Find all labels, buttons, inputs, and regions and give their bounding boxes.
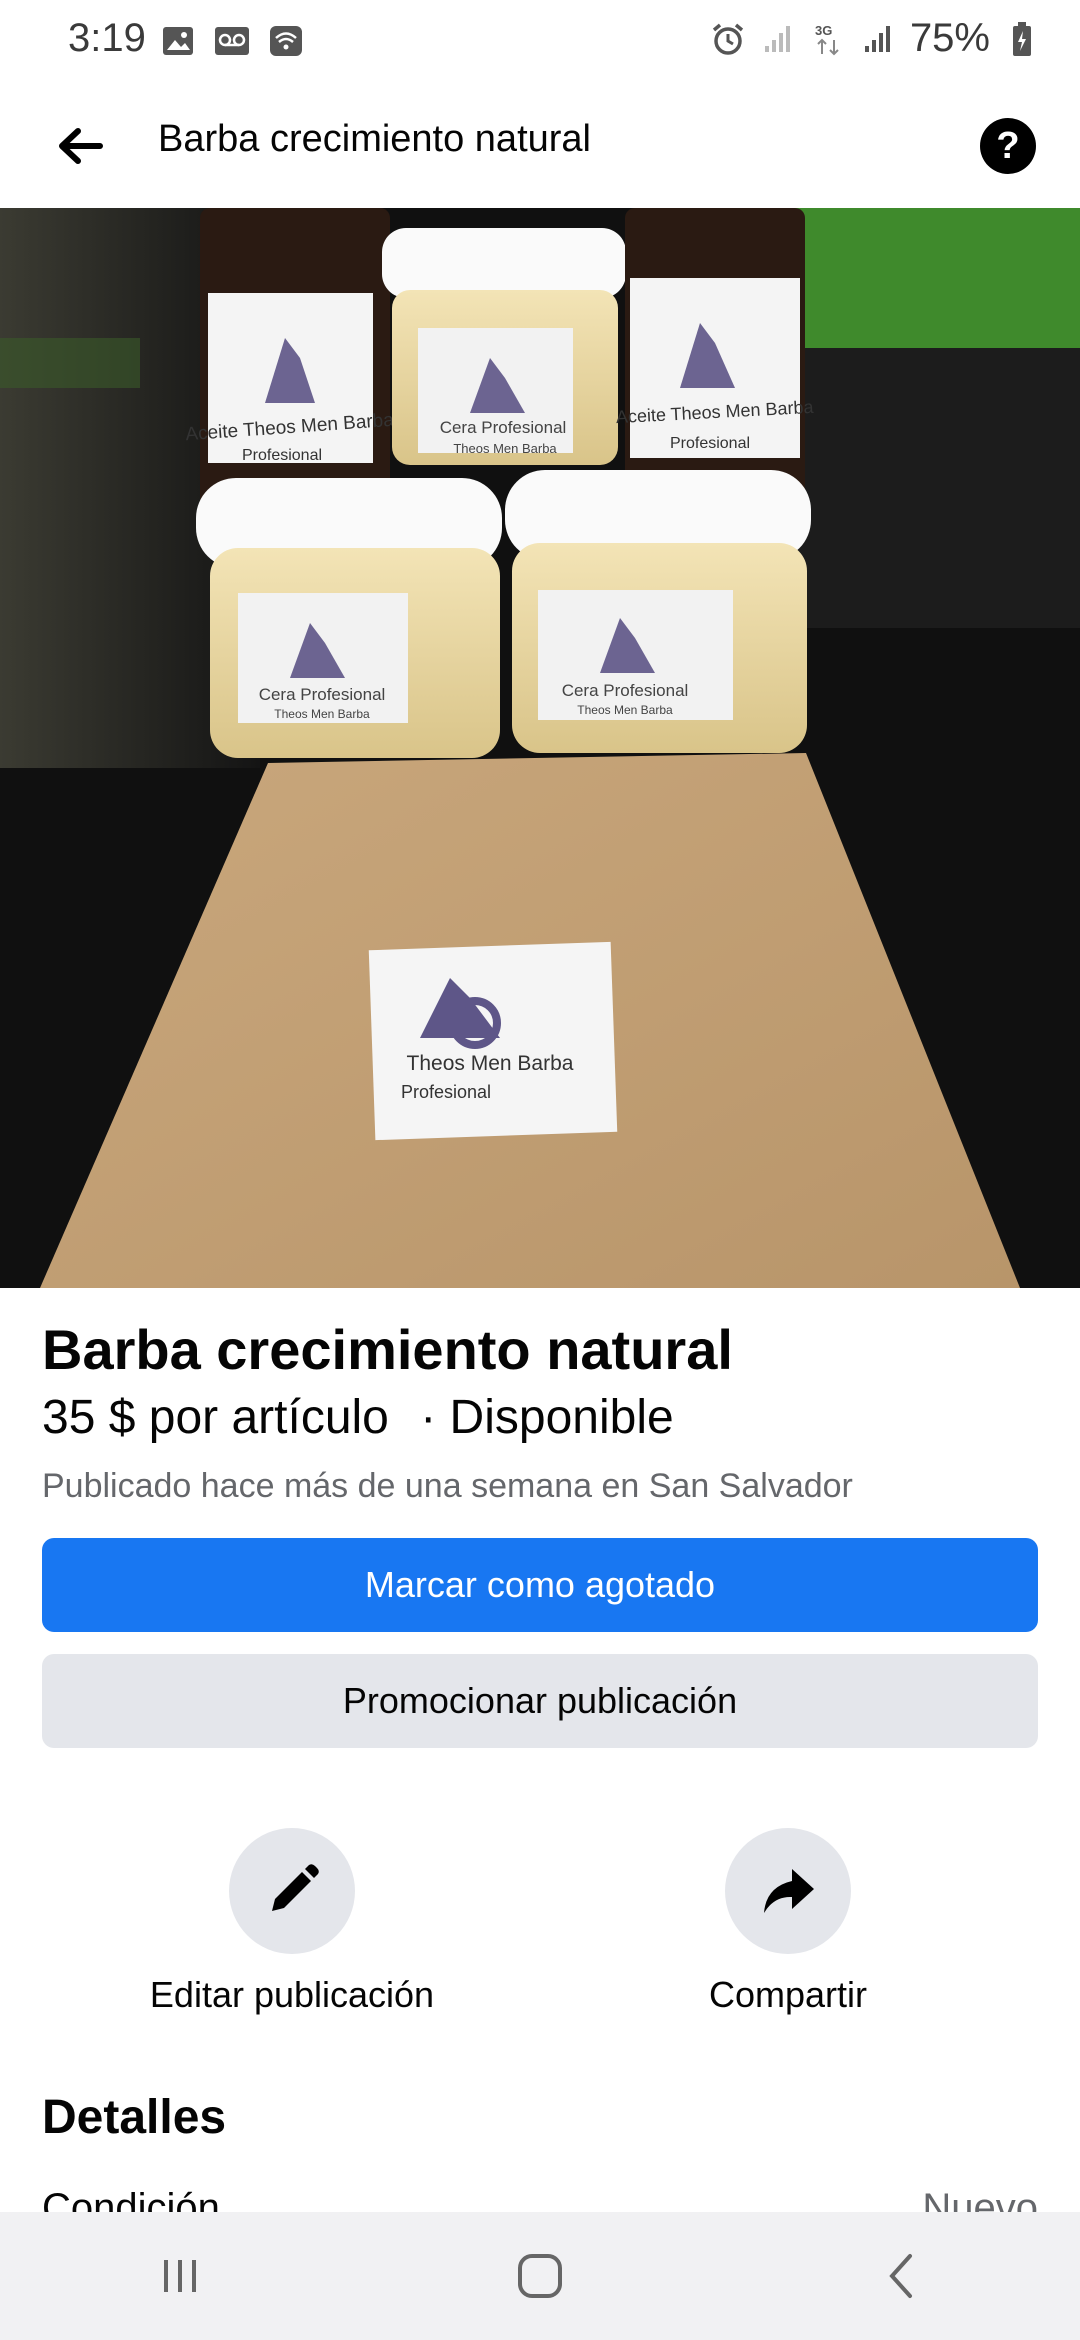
share-arrow-icon xyxy=(764,1869,814,1913)
share-action[interactable]: Compartir xyxy=(588,1828,988,2016)
share-label: Compartir xyxy=(708,1974,868,2015)
listing-info: Barba crecimiento natural 35 $ por artíc… xyxy=(42,1288,1038,1748)
availability-status: · Disponible xyxy=(420,1391,674,1444)
bag-label: Theos Men Barba xyxy=(407,1052,574,1075)
listing-meta: Publicado hace más de una semana en San … xyxy=(42,1467,853,1505)
network-3g-icon: 3G xyxy=(810,22,846,56)
status-time: 3:19 xyxy=(68,16,146,60)
app-bar-title: Barba crecimiento natural xyxy=(158,118,591,160)
battery-icon xyxy=(1004,21,1040,56)
price-line: 35 $ por artículo · Disponible xyxy=(42,1388,1038,1448)
edit-listing-action[interactable]: Editar publicación xyxy=(92,1828,492,2016)
help-button[interactable]: ? xyxy=(980,118,1036,174)
promote-listing-label: Promocionar publicación xyxy=(342,1680,738,1721)
arrow-left-icon xyxy=(59,128,103,164)
jar-top-sublabel: Theos Men Barba xyxy=(453,441,557,456)
product-photo[interactable]: Aceite Theos Men Barba Profesional Cera … xyxy=(0,208,1080,1288)
jar-top-label: Cera Profesional xyxy=(440,418,567,437)
app-bar: Barba crecimiento natural ? xyxy=(0,84,1080,209)
status-right: 3G 75% xyxy=(710,16,1040,61)
pencil-icon xyxy=(272,1864,319,1911)
signal-icon xyxy=(860,22,896,56)
battery-percentage: 75% xyxy=(909,16,990,60)
signal-icon xyxy=(760,22,796,56)
back-button[interactable] xyxy=(50,120,110,172)
notification-icons xyxy=(160,24,304,58)
listing-title: Barba crecimiento natural xyxy=(42,1318,733,1381)
image-icon xyxy=(160,24,196,58)
system-back-button[interactable] xyxy=(840,2236,960,2316)
bag-sublabel: Profesional xyxy=(401,1082,491,1102)
share-button[interactable] xyxy=(725,1828,851,1954)
voicemail-icon xyxy=(214,24,250,58)
chevron-left-icon xyxy=(889,2254,912,2298)
mark-sold-out-button[interactable]: Marcar como agotado xyxy=(42,1538,1038,1632)
jar-left-label: Cera Profesional xyxy=(259,685,386,704)
jar-right-label: Cera Profesional xyxy=(562,681,689,700)
help-icon: ? xyxy=(996,124,1020,167)
mark-sold-out-label: Marcar como agotado xyxy=(364,1564,716,1605)
jar-left-sublabel: Theos Men Barba xyxy=(274,707,370,721)
status-bar: 3:19 3G 75% xyxy=(0,0,1080,84)
jar-right-sublabel: Theos Men Barba xyxy=(577,703,673,717)
home-button[interactable] xyxy=(480,2236,600,2316)
home-icon xyxy=(518,2254,562,2298)
listing-actions: Editar publicación Compartir xyxy=(0,1828,1080,2018)
bottle-right-sublabel: Profesional xyxy=(670,435,750,452)
recent-apps-button[interactable] xyxy=(120,2236,240,2316)
wifi-icon xyxy=(268,24,304,58)
bottle-left-sublabel: Profesional xyxy=(242,447,322,464)
price: 35 $ por artículo xyxy=(42,1391,389,1444)
details-heading: Detalles xyxy=(42,2091,227,2144)
system-nav-bar xyxy=(0,2212,1080,2340)
alarm-icon xyxy=(710,22,746,56)
promote-listing-button[interactable]: Promocionar publicación xyxy=(42,1654,1038,1748)
edit-listing-label: Editar publicación xyxy=(149,1974,435,2015)
edit-listing-button[interactable] xyxy=(229,1828,355,1954)
recent-apps-icon xyxy=(164,2260,196,2292)
svg-text:3G: 3G xyxy=(815,23,832,38)
